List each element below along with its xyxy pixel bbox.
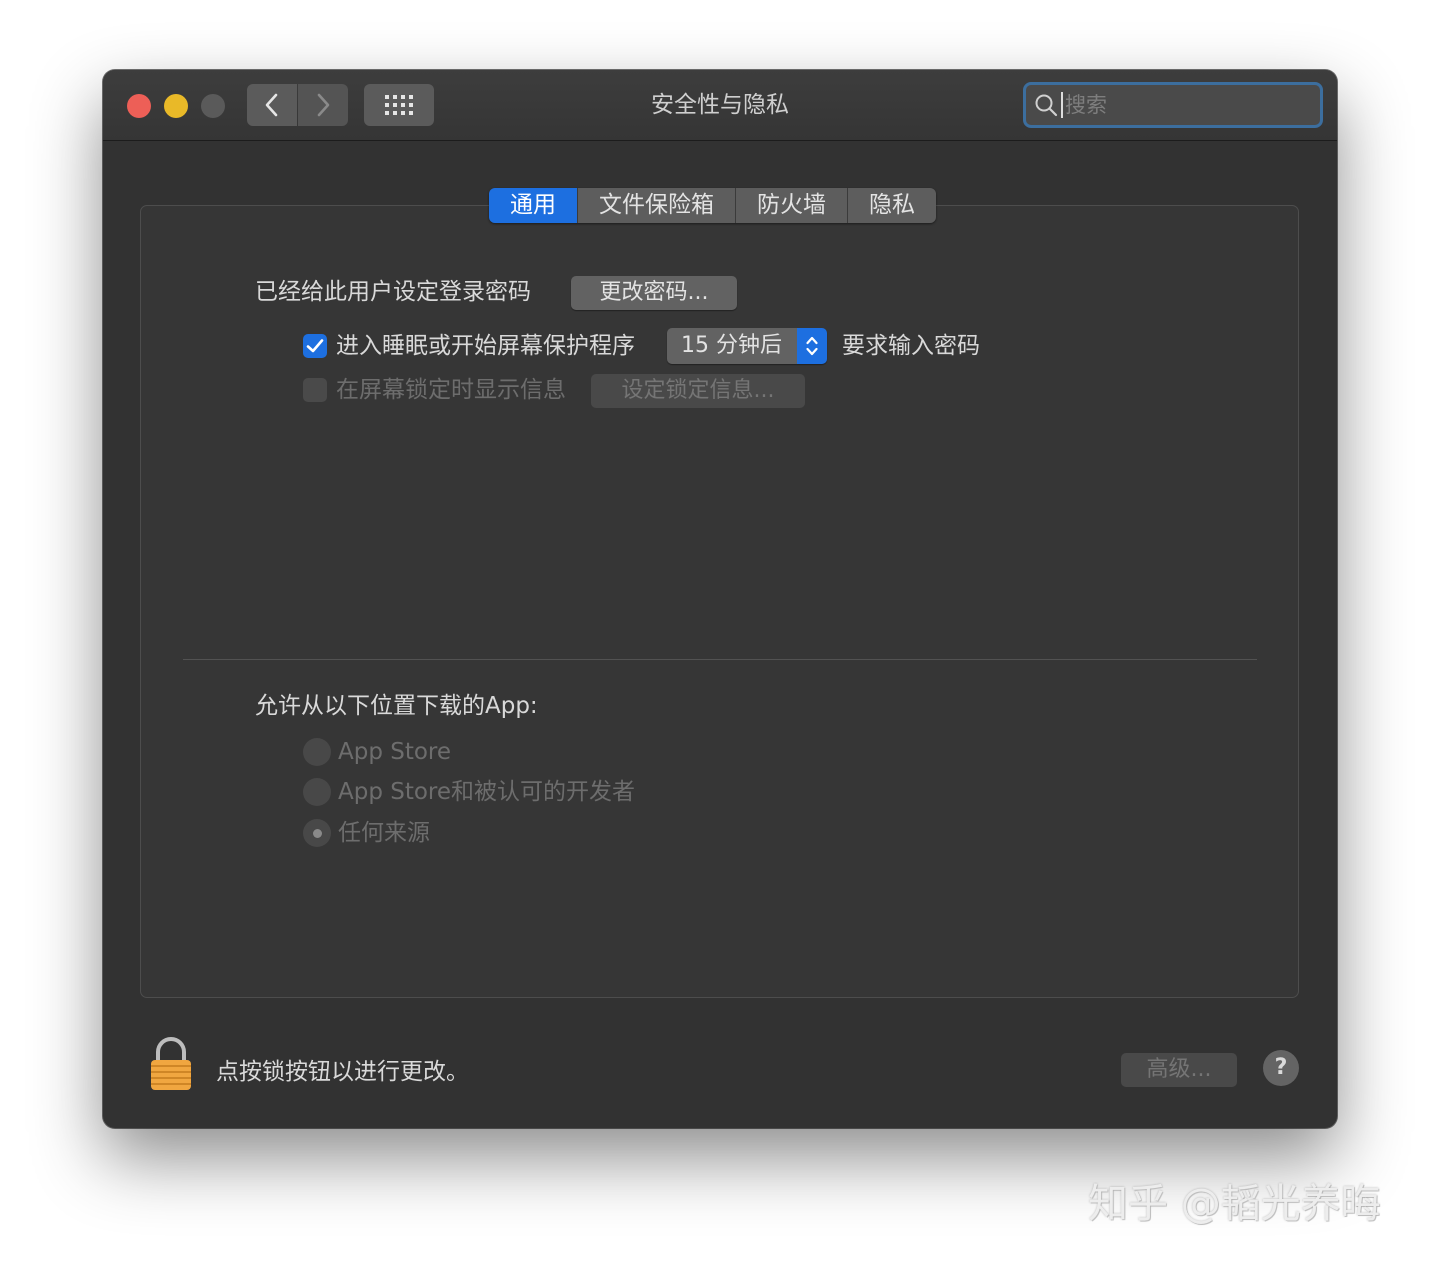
watermark-text: 知乎 @韬光养晦 <box>1088 1181 1381 1227</box>
require-password-label: 进入睡眠或开始屏幕保护程序 <box>336 333 635 359</box>
radio-app-store[interactable] <box>303 738 331 766</box>
allow-downloads-label: 允许从以下位置下载的App: <box>255 693 538 719</box>
search-input[interactable] <box>1063 93 1305 117</box>
radio-selected-dot <box>312 828 322 838</box>
password-delay-popup[interactable]: 15 分钟后 <box>667 328 827 364</box>
help-button[interactable]: ? <box>1263 1050 1299 1086</box>
set-lock-message-button[interactable]: 设定锁定信息... <box>591 374 805 408</box>
show-lock-message-checkbox[interactable] <box>303 378 327 402</box>
tab-bar: 通用 文件保险箱 防火墙 隐私 <box>489 188 936 223</box>
checkmark-icon <box>306 339 324 353</box>
preferences-window: 安全性与隐私 通用 文件保险箱 防火墙 隐私 已经给此用户设定登录密码 更改密码… <box>103 70 1337 1128</box>
require-password-suffix: 要求输入密码 <box>842 333 980 359</box>
radio-identified-developers[interactable] <box>303 778 331 806</box>
section-divider <box>183 659 1257 660</box>
password-set-label: 已经给此用户设定登录密码 <box>255 279 531 305</box>
tab-filevault[interactable]: 文件保险箱 <box>578 188 736 223</box>
tab-privacy[interactable]: 隐私 <box>848 188 936 223</box>
radio-app-store-label: App Store <box>338 739 452 765</box>
change-password-button[interactable]: 更改密码... <box>571 276 737 310</box>
padlock-icon[interactable] <box>149 1037 193 1091</box>
radio-identified-developers-label: App Store和被认可的开发者 <box>338 779 636 805</box>
tab-content-panel <box>140 205 1299 998</box>
updown-arrows-icon <box>797 328 827 364</box>
password-delay-value: 15 分钟后 <box>667 328 797 364</box>
radio-anywhere-label: 任何来源 <box>338 820 430 846</box>
tab-general[interactable]: 通用 <box>489 188 578 223</box>
title-bar: 安全性与隐私 <box>103 70 1337 141</box>
lock-status-text: 点按锁按钮以进行更改。 <box>216 1059 469 1085</box>
show-lock-message-label: 在屏幕锁定时显示信息 <box>336 377 566 403</box>
search-field[interactable] <box>1023 82 1323 128</box>
radio-anywhere[interactable] <box>303 819 331 847</box>
advanced-button[interactable]: 高级... <box>1121 1053 1237 1087</box>
tab-firewall[interactable]: 防火墙 <box>736 188 848 223</box>
search-icon <box>1034 92 1060 118</box>
require-password-checkbox[interactable] <box>303 334 327 358</box>
